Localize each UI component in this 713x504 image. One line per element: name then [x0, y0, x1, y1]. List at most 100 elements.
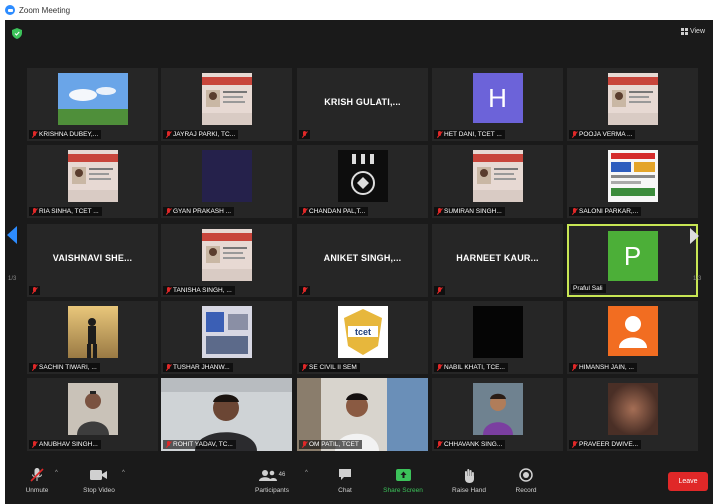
avatar: P — [607, 231, 658, 281]
participant-tile[interactable]: TANISHA SINGH, ... — [161, 224, 292, 297]
participant-name-label: ANUBHAV SINGH... — [29, 440, 101, 449]
participant-name: TUSHAR JHANW... — [173, 364, 230, 371]
participant-tile[interactable]: SALONI PARKAR,... — [567, 145, 698, 218]
participant-photo: tcet — [337, 306, 388, 358]
participant-tile[interactable]: HARNEET KAUR... — [432, 224, 563, 297]
mic-muted-icon — [165, 208, 171, 215]
participant-display-name: ANIKET SINGH,... — [323, 253, 402, 263]
participant-tile[interactable]: tcet SE CIVIL II SEM — [297, 301, 428, 374]
participants-button[interactable]: 46 Participants — [242, 466, 302, 494]
participant-name: CHHAVANK SING... — [444, 441, 503, 448]
unmute-button[interactable]: Unmute — [7, 466, 67, 494]
mic-muted-icon — [436, 287, 442, 294]
participant-name: SALONI PARKAR,... — [579, 208, 639, 215]
raise-hand-button[interactable]: Raise Hand — [439, 466, 499, 494]
participant-name-label: HET DANI, TCET ... — [434, 130, 505, 139]
participant-tile[interactable]: RIA SINHA, TCET ... — [27, 145, 158, 218]
participant-tile[interactable]: VAISHNAVI SHE... — [27, 224, 158, 297]
participant-name-label: CHHAVANK SING... — [434, 440, 506, 449]
view-button[interactable]: View — [680, 28, 705, 35]
next-page-arrow-icon[interactable] — [690, 228, 699, 244]
security-shield-icon[interactable] — [12, 28, 22, 39]
participant-name: RIA SINHA, TCET ... — [39, 208, 99, 215]
participant-tile[interactable]: CHANDAN PAL,T... — [297, 145, 428, 218]
stop-video-button[interactable]: Stop Video — [69, 466, 129, 494]
participant-photo — [607, 73, 658, 125]
mic-muted-icon — [436, 131, 442, 138]
participant-tile[interactable]: POOJA VERMA ... — [567, 68, 698, 141]
page-indicator-right: 1/3 — [693, 276, 702, 282]
participant-tile[interactable]: NABIL KHATI, TCE... — [432, 301, 563, 374]
participant-tile[interactable]: P Praful Sali — [567, 224, 698, 297]
participant-name-label — [434, 286, 445, 295]
mic-muted-icon — [301, 208, 307, 215]
participant-name-label: SE CIVIL II SEM — [299, 363, 360, 372]
participant-display-name: VAISHNAVI SHE... — [52, 253, 133, 263]
mic-muted-icon — [301, 287, 307, 294]
chat-label: Chat — [338, 487, 352, 494]
participant-name-label — [299, 130, 310, 139]
participant-tile[interactable]: ROHIT YADAV, TC... — [161, 378, 292, 451]
participant-photo — [607, 383, 658, 435]
participant-name: HIMANSH JAIN, ... — [579, 364, 634, 371]
window-titlebar: Zoom Meeting — [0, 0, 713, 20]
participant-tile[interactable]: HIMANSH JAIN, ... — [567, 301, 698, 374]
participant-tile[interactable]: ANIKET SINGH,... — [297, 224, 428, 297]
participant-tile[interactable]: ANUBHAV SINGH... — [27, 378, 158, 451]
participant-tile[interactable]: SACHIN TIWARI, ... — [27, 301, 158, 374]
participant-tile[interactable]: KRISH GULATI,... — [297, 68, 428, 141]
participant-name-label: JAYRAJ PARKI, TC... — [163, 130, 239, 139]
zoom-logo-icon — [5, 5, 15, 15]
participant-photo — [57, 73, 128, 125]
raise-hand-icon — [463, 466, 475, 484]
participant-name: SACHIN TIWARI, ... — [39, 364, 97, 371]
mic-muted-icon — [31, 131, 37, 138]
avatar — [607, 306, 658, 356]
participant-name-label: RIA SINHA, TCET ... — [29, 207, 102, 216]
participants-count: 46 — [278, 472, 286, 478]
participant-tile[interactable]: OM PATIL, TCET — [297, 378, 428, 451]
share-screen-label: Share Screen — [383, 487, 423, 494]
participant-photo — [337, 150, 388, 202]
record-button[interactable]: Record — [496, 466, 556, 494]
participant-tile[interactable]: GYAN PRAKASH ... — [161, 145, 292, 218]
view-label: View — [689, 28, 705, 35]
video-options-chevron-icon[interactable]: ^ — [122, 470, 125, 476]
participant-photo — [201, 73, 252, 125]
participant-tile[interactable]: PRAVEER DWIVE... — [567, 378, 698, 451]
participants-label: Participants — [255, 487, 289, 494]
mic-muted-icon — [165, 364, 171, 371]
avatar-initial: P — [623, 240, 642, 271]
previous-page-arrow-icon[interactable] — [7, 226, 17, 244]
participant-tile[interactable]: H HET DANI, TCET ... — [432, 68, 563, 141]
participant-tile[interactable]: SUMIRAN SINGH... — [432, 145, 563, 218]
avatar-initial: H — [488, 82, 507, 113]
chat-button[interactable]: Chat — [315, 466, 375, 494]
participant-tile[interactable]: TUSHAR JHANW... — [161, 301, 292, 374]
participant-tile[interactable]: CHHAVANK SING... — [432, 378, 563, 451]
participant-name: JAYRAJ PARKI, TC... — [173, 131, 236, 138]
participant-name-label: CHANDAN PAL,T... — [299, 207, 369, 216]
participant-name-label: GYAN PRAKASH ... — [163, 207, 235, 216]
mic-muted-icon — [31, 208, 37, 215]
mic-muted-icon — [165, 441, 171, 448]
mic-muted-icon — [301, 364, 307, 371]
mic-muted-icon — [31, 287, 37, 294]
video-camera-icon — [90, 466, 108, 484]
participants-options-chevron-icon[interactable]: ^ — [305, 470, 308, 476]
record-icon — [519, 466, 533, 484]
participant-tile[interactable]: JAYRAJ PARKI, TC... — [161, 68, 292, 141]
participant-name: SUMIRAN SINGH... — [444, 208, 502, 215]
mic-muted-icon — [165, 287, 171, 294]
participant-name-label: POOJA VERMA ... — [569, 130, 636, 139]
participant-photo — [472, 150, 523, 202]
audio-options-chevron-icon[interactable]: ^ — [55, 470, 58, 476]
mic-muted-icon — [436, 208, 442, 215]
leave-button[interactable]: Leave — [668, 472, 708, 491]
meeting-toolbar: Unmute ^ Stop Video ^ 46 Participants ^ … — [5, 460, 713, 504]
participant-tile[interactable]: KRISHNA DUBEY,... — [27, 68, 158, 141]
share-screen-button[interactable]: Share Screen — [373, 466, 433, 494]
participant-display-name: HARNEET KAUR... — [456, 253, 539, 263]
mic-muted-icon — [436, 364, 442, 371]
mic-muted-icon — [301, 441, 307, 448]
